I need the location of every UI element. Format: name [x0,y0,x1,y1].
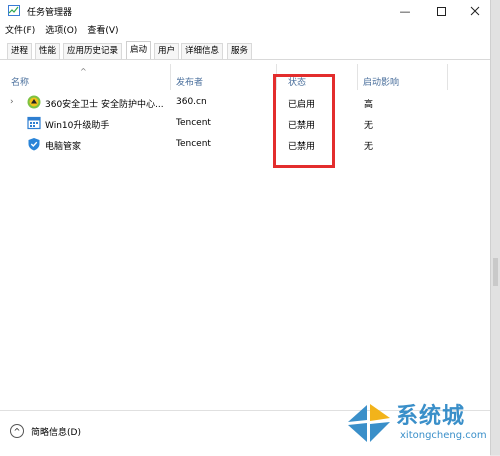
row-publisher: 360.cn [176,97,207,107]
tab-users[interactable]: 用户 [154,43,180,59]
table-row[interactable]: Win10升级助手 Tencent 已禁用 无 [5,114,485,135]
calendar-grid-icon [27,116,41,130]
chevron-up-icon[interactable]: ^ [10,424,24,438]
close-button[interactable] [458,0,492,22]
startup-table: ^ 名称 发布者 状态 启动影响 › 360安全卫士 安全防护中心... 360… [5,64,487,406]
xitongcheng-logo-icon [348,404,390,442]
tab-performance[interactable]: 性能 [35,43,61,59]
menu-view[interactable]: 查看(V) [82,23,123,39]
fewer-details-link[interactable]: 简略信息(D) [31,425,81,438]
maximize-button[interactable] [424,0,458,22]
row-publisher: Tencent [176,139,211,149]
table-row[interactable]: › 360安全卫士 安全防护中心... 360.cn 已启用 高 [5,93,485,114]
column-header-name[interactable]: ^ 名称 [5,64,171,90]
row-name: 电脑管家 [45,142,82,152]
tab-services[interactable]: 服务 [227,43,253,59]
column-header-impact[interactable]: 启动影响 [357,64,448,90]
menu-file[interactable]: 文件(F) [0,23,40,39]
sort-up-icon: ^ [80,67,87,76]
shield-check-icon [28,138,40,151]
status-highlight-box [273,74,335,168]
title-bar: 任务管理器 — [0,0,490,22]
scroll-indicator [493,258,498,286]
minimize-button[interactable]: — [388,0,422,22]
row-name: Win10升级助手 [45,121,110,131]
column-header-publisher[interactable]: 发布者 [170,64,277,90]
watermark-brand: 系统城 [396,404,466,429]
task-manager-app-icon [8,5,20,16]
task-manager-window: 任务管理器 — 文件(F) 选项(O) 查看(V) 进程 性能 应用历史记录 启… [0,0,491,456]
background-strip [491,0,500,455]
minimize-icon: — [399,4,411,18]
row-name: 360安全卫士 安全防护中心... [45,100,164,110]
tab-details[interactable]: 详细信息 [181,43,224,59]
menu-bar: 文件(F) 选项(O) 查看(V) [0,23,124,39]
row-impact: 无 [364,142,374,152]
360-safe-icon [27,95,41,109]
window-title: 任务管理器 [27,8,73,18]
tab-processes[interactable]: 进程 [7,43,33,59]
tab-app-history[interactable]: 应用历史记录 [63,43,123,59]
watermark-url: xitongcheng.com [400,430,487,441]
row-publisher: Tencent [176,118,211,128]
maximize-icon [436,6,446,16]
tab-bar: 进程 性能 应用历史记录 启动 用户 详细信息 服务 [0,41,490,60]
close-icon [470,6,480,16]
tab-startup[interactable]: 启动 [126,41,152,59]
expand-chevron-icon[interactable]: › [10,97,14,107]
row-impact: 无 [364,121,374,131]
table-row[interactable]: 电脑管家 Tencent 已禁用 无 [5,135,485,156]
row-impact: 高 [364,100,374,110]
menu-options[interactable]: 选项(O) [40,23,82,39]
watermark: 系统城 xitongcheng.com [346,396,496,452]
